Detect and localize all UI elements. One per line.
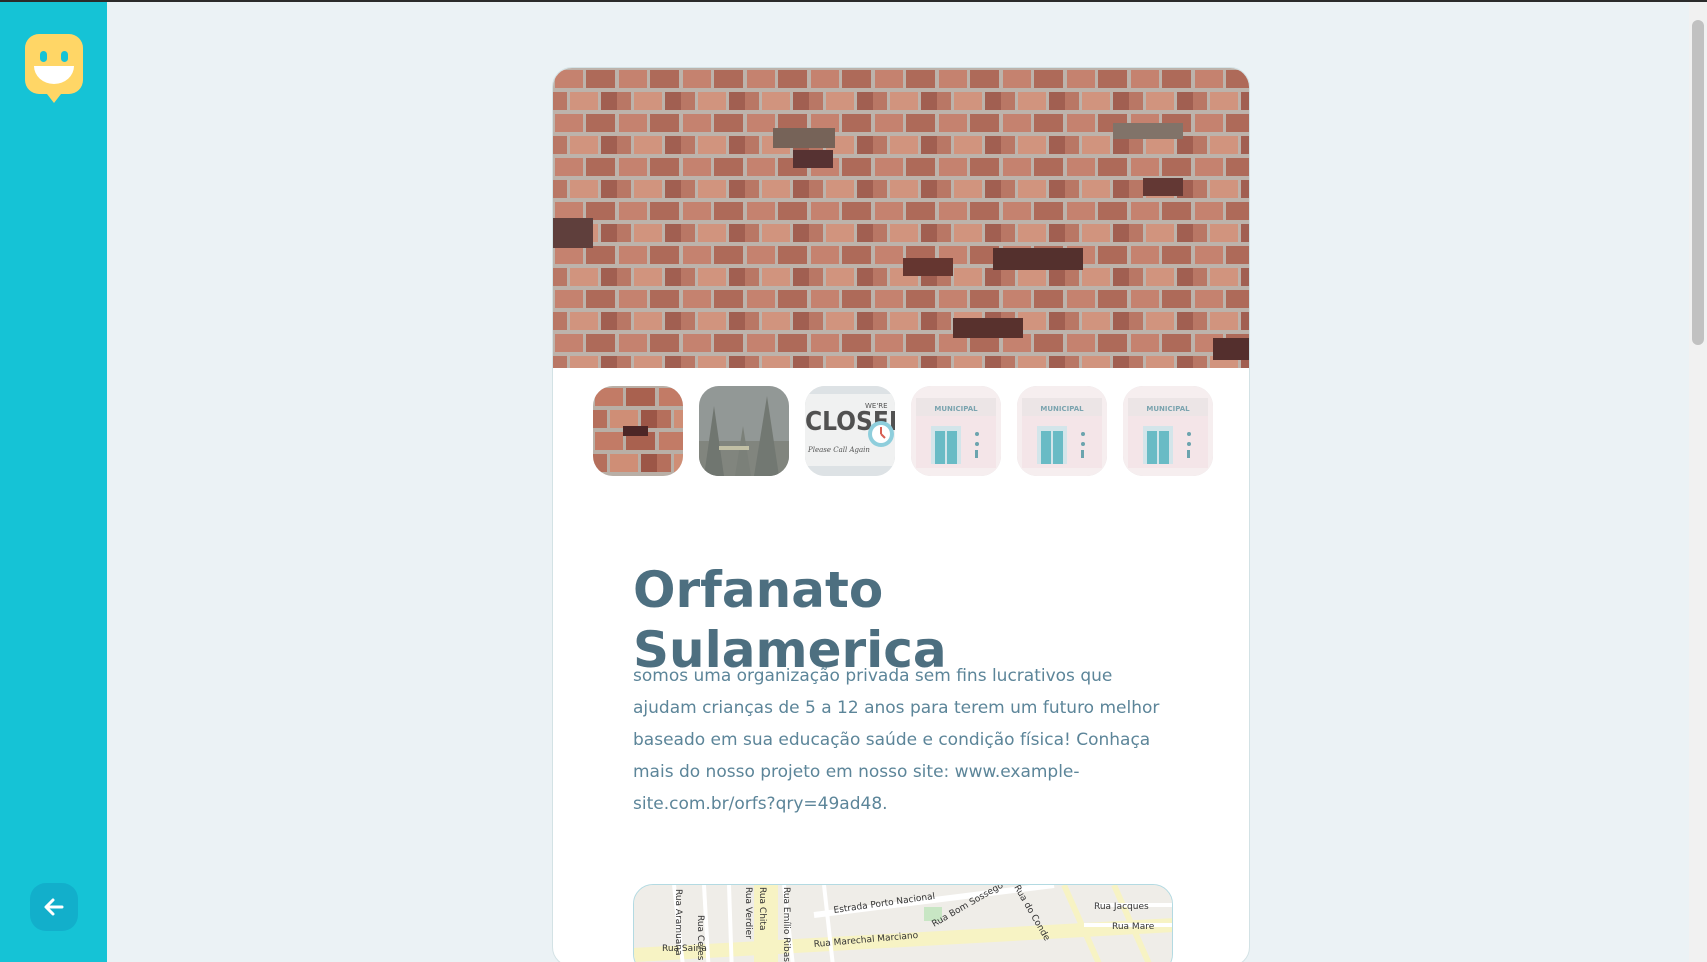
sidebar (0, 2, 107, 962)
street-label-6: Rua Aramuana (673, 889, 683, 956)
street-label-4: Rua Jacques (1094, 902, 1149, 912)
arrow-left-icon (44, 898, 64, 916)
thumbnail-municipal-building-3[interactable]: MUNICIPAL (1123, 386, 1213, 476)
thumbnail-municipal-building-1[interactable]: MUNICIPAL (911, 386, 1001, 476)
hero-image-brick-wall (553, 68, 1249, 368)
location-map[interactable]: Estrada Porto Nacional Rua Bom Sossego R… (633, 884, 1173, 962)
thumbnail-brick-wall[interactable] (593, 386, 683, 476)
orphanage-description: somos uma organização privada sem fins l… (633, 666, 1160, 814)
page-scrollbar[interactable] (1689, 2, 1707, 962)
back-button[interactable] (30, 883, 78, 931)
smiley-marker-icon[interactable] (25, 34, 83, 104)
street-label-9: Rua Emílio Ribas (781, 887, 791, 962)
street-label-7: Rua Ceres (695, 915, 705, 961)
thumbnail-closed-sign[interactable]: CLOSED WE'RE Please Call Again (805, 386, 895, 476)
thumbnail-municipal-building-2[interactable]: MUNICIPAL (1017, 386, 1107, 476)
scrollbar-thumb[interactable] (1692, 20, 1704, 345)
street-label-8: Rua Verdier (743, 887, 753, 939)
thumbnail-forest[interactable] (699, 386, 789, 476)
street-label-12: Rua Chita (757, 887, 767, 930)
street-label-11: Rua Mare (1112, 922, 1155, 932)
orphanage-details-card: CLOSED WE'RE Please Call Again MUNICIPAL (552, 67, 1250, 962)
window-top-border (0, 0, 1707, 2)
gallery-thumbnails: CLOSED WE'RE Please Call Again MUNICIPAL (593, 386, 1213, 476)
